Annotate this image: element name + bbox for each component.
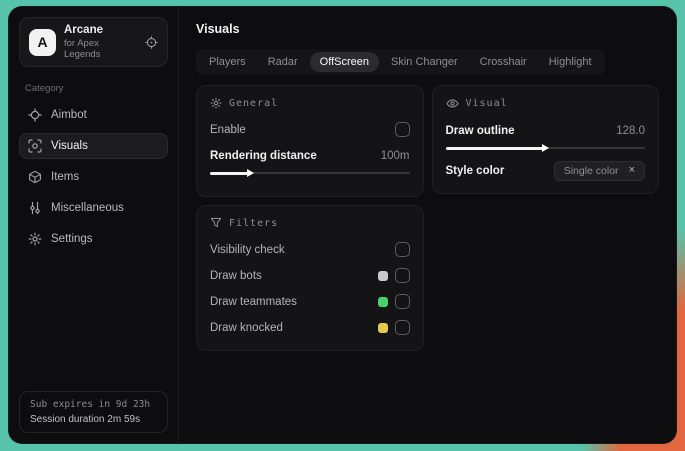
tab-skin-changer[interactable]: Skin Changer xyxy=(381,52,468,72)
draw-knocked-row: Draw knocked xyxy=(210,317,410,338)
draw-bots-color-swatch[interactable] xyxy=(377,270,388,281)
brand-card: A Arcane for Apex Legends xyxy=(19,17,168,67)
left-column: General Enable Rendering distance 100m F… xyxy=(196,85,424,351)
rendering-distance-row: Rendering distance 100m xyxy=(210,145,410,166)
rendering-distance-value: 100m xyxy=(380,149,410,162)
sun-gear-icon xyxy=(210,97,222,109)
sidebar-item-label: Items xyxy=(51,171,80,183)
visual-panel-header: Visual xyxy=(445,97,646,110)
sliders-icon xyxy=(28,201,42,215)
sidebar-item-label: Visuals xyxy=(51,140,88,152)
filters-panel-header: Filters xyxy=(210,217,410,229)
draw-outline-value: 128.0 xyxy=(616,124,645,137)
crosshair-icon xyxy=(28,108,42,122)
funnel-icon xyxy=(210,217,222,229)
sub-expiry-text: Sub expires in 9d 23h xyxy=(30,399,151,410)
sidebar-item-label: Miscellaneous xyxy=(51,202,124,214)
slider-fill xyxy=(210,171,250,175)
draw-teammates-row: Draw teammates xyxy=(210,291,410,312)
session-duration-text: Session duration 2m 59s xyxy=(30,414,141,425)
tab-radar[interactable]: Radar xyxy=(258,52,308,72)
brand-text: Arcane for Apex Legends xyxy=(64,24,137,60)
page-title: Visuals xyxy=(196,22,240,36)
scan-eye-icon xyxy=(28,139,42,153)
general-panel: General Enable Rendering distance 100m xyxy=(196,85,424,197)
app-title: Arcane xyxy=(64,24,103,36)
filters-panel-title: Filters xyxy=(229,217,279,229)
slider-fill xyxy=(445,146,546,150)
general-panel-title: General xyxy=(229,97,279,109)
visual-panel-title: Visual xyxy=(465,98,508,109)
sidebar-item-settings[interactable]: Settings xyxy=(19,226,168,252)
enable-row: Enable xyxy=(210,119,410,140)
tab-offscreen[interactable]: OffScreen xyxy=(309,52,379,72)
clear-icon[interactable]: × xyxy=(629,165,635,176)
draw-knocked-color-swatch[interactable] xyxy=(377,322,388,333)
slider-thumb[interactable] xyxy=(542,143,550,152)
draw-knocked-label: Draw knocked xyxy=(210,321,283,334)
app-subtitle: for Apex Legends xyxy=(64,38,101,60)
tab-players[interactable]: Players xyxy=(199,52,256,72)
style-color-select[interactable]: Single color × xyxy=(553,160,645,181)
rendering-distance-label: Rendering distance xyxy=(210,149,317,162)
sidebar-item-aimbot[interactable]: Aimbot xyxy=(19,102,168,128)
tab-highlight[interactable]: Highlight xyxy=(539,52,602,72)
panels-grid: General Enable Rendering distance 100m F… xyxy=(196,85,659,351)
filters-panel: Filters Visibility check Draw bots Draw … xyxy=(196,205,424,351)
right-column: Visual Draw outline 128.0 Style color Si… xyxy=(431,85,659,194)
visibility-check-row: Visibility check xyxy=(210,239,410,260)
visibility-check-checkbox[interactable] xyxy=(394,242,410,257)
tab-crosshair[interactable]: Crosshair xyxy=(470,52,537,72)
style-color-label: Style color xyxy=(445,164,505,177)
gear-icon xyxy=(28,232,42,246)
draw-outline-label: Draw outline xyxy=(445,124,515,137)
general-panel-header: General xyxy=(210,97,410,109)
main-content: Visuals Players Radar OffScreen Skin Cha… xyxy=(179,7,676,443)
eye-icon xyxy=(445,97,459,110)
draw-teammates-label: Draw teammates xyxy=(210,295,297,308)
app-logo: A xyxy=(29,28,56,56)
category-label: Category xyxy=(25,83,64,94)
enable-label: Enable xyxy=(210,123,246,136)
draw-teammates-color-swatch[interactable] xyxy=(377,296,388,307)
sidebar: A Arcane for Apex Legends Category Aimbo… xyxy=(9,7,179,443)
style-color-value: Single color xyxy=(563,164,619,177)
draw-knocked-checkbox[interactable] xyxy=(394,320,410,335)
sidebar-item-visuals[interactable]: Visuals xyxy=(19,133,168,159)
enable-checkbox[interactable] xyxy=(394,122,410,137)
sidebar-item-miscellaneous[interactable]: Miscellaneous xyxy=(19,195,168,221)
tab-bar: Players Radar OffScreen Skin Changer Cro… xyxy=(196,49,605,75)
draw-teammates-checkbox[interactable] xyxy=(394,294,410,309)
draw-bots-label: Draw bots xyxy=(210,269,262,282)
session-info-card: Sub expires in 9d 23h Session duration 2… xyxy=(19,391,168,433)
rendering-distance-slider[interactable] xyxy=(210,168,410,178)
visual-panel: Visual Draw outline 128.0 Style color Si… xyxy=(431,85,659,194)
sidebar-item-label: Aimbot xyxy=(51,109,87,121)
sidebar-item-items[interactable]: Items xyxy=(19,164,168,190)
app-window: A Arcane for Apex Legends Category Aimbo… xyxy=(8,6,677,444)
visibility-check-label: Visibility check xyxy=(210,243,285,256)
draw-outline-row: Draw outline 128.0 xyxy=(446,120,646,141)
draw-bots-checkbox[interactable] xyxy=(394,268,410,283)
draw-bots-row: Draw bots xyxy=(210,265,410,286)
sidebar-item-label: Settings xyxy=(51,233,93,245)
style-color-row: Style color Single color × xyxy=(445,160,645,181)
target-icon[interactable] xyxy=(145,35,158,49)
draw-outline-slider[interactable] xyxy=(445,143,645,153)
slider-thumb[interactable] xyxy=(246,168,254,177)
package-icon xyxy=(28,170,42,184)
